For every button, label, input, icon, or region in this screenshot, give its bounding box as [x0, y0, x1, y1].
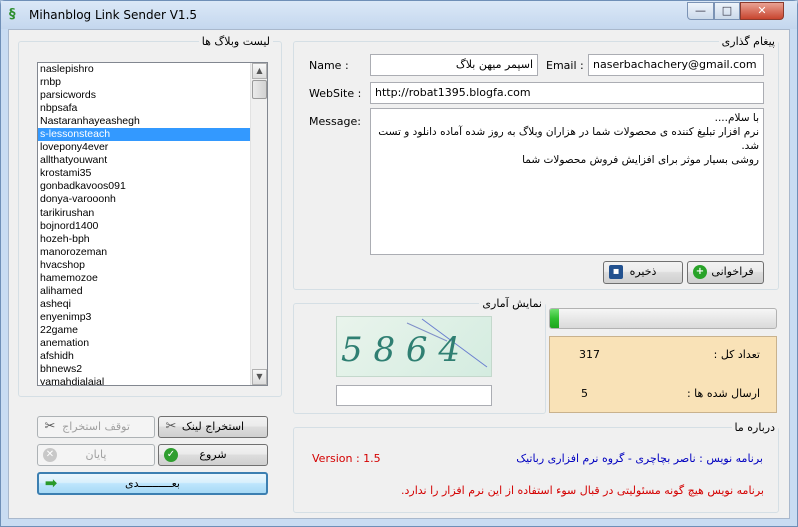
blog-list-scrollbar[interactable]: ▲ ▼ — [250, 63, 267, 385]
scissors-icon: ✂ — [165, 419, 177, 434]
email-field[interactable]: naserbachachery@gmail.com — [588, 54, 764, 76]
blog-list-item[interactable]: krostami35 — [38, 167, 251, 180]
next-label: بعــــــــــدی — [125, 477, 180, 490]
about-group: درباره ما — [293, 421, 779, 513]
version-text: Version : 1.5 — [312, 452, 381, 465]
check-icon: ✓ — [164, 448, 178, 462]
blog-list-item[interactable]: 22game — [38, 324, 251, 337]
disclaimer-text: برنامه نویس هیچ گونه مسئولیتی در قبال سو… — [401, 484, 764, 497]
stop-extract-button[interactable]: ✂ توقف استخراج — [37, 416, 155, 438]
minimize-button[interactable]: — — [687, 2, 714, 20]
end-label: پایان — [85, 448, 107, 461]
website-field[interactable]: http://robat1395.blogfa.com — [370, 82, 764, 104]
next-button[interactable]: ➡ بعــــــــــدی — [37, 472, 268, 495]
extract-links-label: استخراج لینک — [181, 420, 245, 433]
blog-list-item[interactable]: bojnord1400 — [38, 220, 251, 233]
blog-list-item[interactable]: Nastaranhayeashegh — [38, 115, 251, 128]
blog-list-item[interactable]: afshidh — [38, 350, 251, 363]
scroll-thumb[interactable] — [252, 80, 267, 99]
blog-list-item[interactable]: manorozeman — [38, 246, 251, 259]
window-title: Mihanblog Link Sender V1.5 — [29, 8, 198, 22]
start-label: شروع — [199, 448, 227, 461]
send-progress-bar — [549, 308, 777, 329]
captcha-input[interactable] — [336, 385, 492, 406]
message-label: Message: — [309, 115, 361, 128]
save-label: ذخیره — [629, 265, 657, 278]
sent-count-value: 5 — [581, 387, 588, 400]
captcha-svg: 5 8 6 4 — [341, 318, 488, 370]
scissors-icon: ✂ — [44, 419, 56, 434]
scroll-down-icon[interactable]: ▼ — [252, 369, 267, 385]
website-label: WebSite : — [309, 87, 362, 100]
captcha-legend: نمایش آماری — [482, 297, 542, 310]
blog-listbox[interactable]: naslepishro rnbp parsicwords nbpsafa Nastara… — [37, 62, 268, 386]
total-count-label: تعداد کل : — [713, 348, 760, 361]
maximize-button[interactable]: □ — [714, 2, 740, 20]
blog-list-item[interactable]: alihamed — [38, 285, 251, 298]
load-button[interactable]: + فراخوانی — [687, 261, 764, 284]
blog-list-legend: لیست وبلاگ ها — [201, 35, 270, 48]
post-legend: پیغام گذاری — [721, 35, 775, 48]
blog-list-item[interactable]: tarikirushan — [38, 207, 251, 220]
blog-list-item[interactable]: donya-varooonh — [38, 193, 251, 206]
blog-list-item[interactable]: s-lessonsteach — [38, 128, 251, 142]
extract-links-button[interactable]: ✂ استخراج لینک — [158, 416, 268, 438]
close-button[interactable]: ✕ — [740, 2, 784, 20]
blog-list: naslepishro rnbp parsicwords nbpsafa Nastara… — [38, 63, 251, 385]
blog-list-item[interactable]: nbpsafa — [38, 102, 251, 115]
app-icon: § — [9, 7, 16, 22]
blog-list-item[interactable]: hvacshop — [38, 259, 251, 272]
blog-list-item[interactable]: bhnews2 — [38, 363, 251, 376]
sent-count-label: ارسال شده ها : — [686, 387, 760, 400]
name-label: Name : — [309, 59, 349, 72]
blog-list-item[interactable]: hamemozoe — [38, 272, 251, 285]
message-field[interactable]: با سلام.... نرم افزار تبلیغ کننده ی محصو… — [370, 108, 764, 255]
save-button[interactable]: ▪ ذخیره — [603, 261, 683, 284]
total-count-value: 317 — [579, 348, 600, 361]
plus-icon: + — [693, 265, 707, 279]
progress-fill — [550, 309, 560, 328]
name-field[interactable]: اسپمر میهن بلاگ — [370, 54, 538, 76]
title-bar[interactable]: § Mihanblog Link Sender V1.5 — □ ✕ — [1, 1, 797, 29]
blog-list-item[interactable]: parsicwords — [38, 89, 251, 102]
blog-list-item[interactable]: naslepishro — [38, 63, 251, 76]
scroll-up-icon[interactable]: ▲ — [252, 63, 267, 79]
blog-list-item[interactable]: asheqi — [38, 298, 251, 311]
blog-list-item[interactable]: gonbadkavoos091 — [38, 180, 251, 193]
start-button[interactable]: ✓ شروع — [158, 444, 268, 466]
blog-list-item[interactable]: enyenimp3 — [38, 311, 251, 324]
blog-list-item[interactable]: lovepony4ever — [38, 141, 251, 154]
stop-extract-label: توقف استخراج — [62, 420, 130, 433]
captcha-image: 5 8 6 4 — [336, 316, 492, 377]
floppy-disk-icon: ▪ — [609, 265, 623, 279]
blog-list-item[interactable]: rnbp — [38, 76, 251, 89]
blog-list-item[interactable]: hozeh-bph — [38, 233, 251, 246]
author-text: برنامه نویس : ناصر بچاچری - گروه نرم افز… — [516, 452, 763, 465]
stop-icon: ✕ — [43, 448, 57, 462]
blog-list-item[interactable]: anemation — [38, 337, 251, 350]
blog-list-item[interactable]: allthatyouwant — [38, 154, 251, 167]
captcha-text: 5 8 6 4 — [341, 330, 460, 370]
blog-list-item[interactable]: yamahdialajal — [38, 376, 251, 385]
about-legend: درباره ما — [734, 421, 775, 434]
email-label: Email : — [546, 59, 584, 72]
stats-panel: تعداد کل : 317 ارسال شده ها : 5 — [549, 336, 777, 413]
arrow-right-icon: ➡ — [44, 474, 58, 492]
end-button[interactable]: ✕ پایان — [37, 444, 155, 466]
